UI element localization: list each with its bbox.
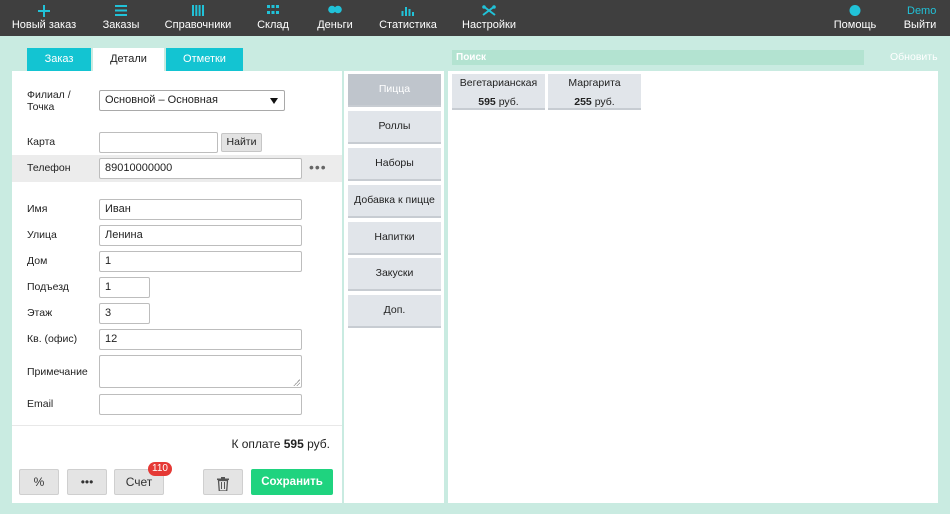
delete-button[interactable] bbox=[203, 469, 243, 495]
products-panel bbox=[448, 71, 938, 503]
product-name: Вегетарианская bbox=[459, 77, 538, 89]
nav-directories[interactable]: Справочники bbox=[164, 0, 232, 36]
entrance-label: Подъезд bbox=[27, 281, 69, 293]
name-input[interactable]: Иван bbox=[99, 199, 302, 220]
product-name: Маргарита bbox=[568, 77, 621, 89]
card-input[interactable] bbox=[99, 132, 218, 153]
category-rolls[interactable]: Роллы bbox=[348, 111, 441, 144]
list-icon bbox=[115, 5, 127, 19]
category-drinks[interactable]: Напитки bbox=[348, 222, 441, 255]
caret-down-icon bbox=[270, 98, 278, 104]
product-price-currency: руб. bbox=[594, 96, 615, 108]
nav-label: Заказы bbox=[102, 19, 140, 31]
nav-label: Помощь bbox=[833, 19, 877, 31]
tab-marks[interactable]: Отметки bbox=[166, 48, 243, 71]
email-label: Email bbox=[27, 398, 54, 410]
apartment-input[interactable]: 12 bbox=[99, 329, 302, 350]
entrance-input[interactable]: 1 bbox=[99, 277, 150, 298]
nav-label: Настройки bbox=[462, 19, 516, 31]
tools-icon bbox=[482, 5, 496, 19]
bill-badge: 110 bbox=[148, 462, 172, 476]
category-pizza-addons[interactable]: Добавка к пицце bbox=[348, 185, 441, 218]
books-icon bbox=[192, 5, 204, 19]
save-button[interactable]: Сохранить bbox=[251, 469, 333, 495]
total-amount: 595 bbox=[283, 437, 304, 451]
top-nav-bar: Новый заказ Заказы Справочники Склад Ден… bbox=[0, 0, 950, 36]
nav-statistics[interactable]: Статистика bbox=[378, 0, 438, 36]
nav-label: Деньги bbox=[317, 19, 353, 31]
branch-select-value: Основной – Основная bbox=[105, 94, 218, 106]
note-textarea[interactable] bbox=[99, 355, 302, 388]
product-price: 595 руб. bbox=[452, 96, 545, 108]
plus-icon bbox=[38, 5, 50, 20]
floor-label: Этаж bbox=[27, 307, 53, 319]
card-label: Карта bbox=[27, 136, 56, 148]
name-label: Имя bbox=[27, 203, 48, 215]
product-price: 255 руб. bbox=[548, 96, 641, 108]
nav-label: Новый заказ bbox=[11, 19, 77, 31]
category-pizza[interactable]: Пицца bbox=[348, 74, 441, 107]
coins-icon bbox=[328, 5, 342, 17]
product-price-amount: 595 bbox=[478, 96, 496, 108]
product-price-currency: руб. bbox=[498, 96, 519, 108]
category-snacks[interactable]: Закуски bbox=[348, 258, 441, 291]
nav-warehouse[interactable]: Склад bbox=[252, 0, 294, 36]
refresh-link[interactable]: Обновить bbox=[890, 51, 938, 63]
divider bbox=[12, 425, 342, 426]
search-input[interactable]: Поиск bbox=[452, 50, 864, 65]
more-actions-button[interactable]: ••• bbox=[67, 469, 107, 495]
total-label: К оплате bbox=[231, 437, 281, 451]
bar-chart-icon bbox=[401, 5, 415, 19]
category-sets[interactable]: Наборы bbox=[348, 148, 441, 181]
street-input[interactable]: Ленина bbox=[99, 225, 302, 246]
nav-label: Статистика bbox=[379, 19, 437, 31]
phone-label: Телефон bbox=[27, 162, 71, 174]
house-input[interactable]: 1 bbox=[99, 251, 302, 272]
nav-money[interactable]: Деньги bbox=[312, 0, 358, 36]
nav-label: Справочники bbox=[164, 19, 232, 31]
nav-orders[interactable]: Заказы bbox=[96, 0, 146, 36]
phone-more-button[interactable]: ••• bbox=[309, 159, 327, 175]
branch-select[interactable]: Основной – Основная bbox=[99, 90, 285, 111]
total-currency: руб. bbox=[307, 437, 330, 451]
product-card[interactable]: Вегетарианская 595 руб. bbox=[452, 74, 545, 110]
tab-details[interactable]: Детали bbox=[93, 48, 164, 71]
note-label: Примечание bbox=[27, 366, 88, 378]
nav-label: Выйти bbox=[903, 19, 937, 31]
email-input[interactable] bbox=[99, 394, 302, 415]
street-label: Улица bbox=[27, 229, 57, 241]
help-icon: ? bbox=[849, 5, 861, 16]
nav-help[interactable]: ? Помощь bbox=[830, 0, 880, 36]
trash-icon bbox=[217, 475, 229, 499]
nav-label: Склад bbox=[257, 19, 289, 31]
category-extras[interactable]: Доп. bbox=[348, 295, 441, 328]
discount-button[interactable]: % bbox=[19, 469, 59, 495]
nav-logout[interactable]: Выйти bbox=[900, 0, 940, 36]
nav-settings[interactable]: Настройки bbox=[460, 0, 518, 36]
floor-input[interactable]: 3 bbox=[99, 303, 150, 324]
resize-grip-icon[interactable] bbox=[293, 379, 300, 386]
phone-input[interactable]: 89010000000 bbox=[99, 158, 302, 179]
product-card[interactable]: Маргарита 255 руб. bbox=[548, 74, 641, 110]
product-price-amount: 255 bbox=[574, 96, 592, 108]
branch-label-line2: Точка bbox=[27, 101, 55, 113]
nav-new-order[interactable]: Новый заказ bbox=[8, 0, 80, 36]
grid-icon bbox=[267, 5, 279, 17]
find-button[interactable]: Найти bbox=[221, 133, 262, 152]
house-label: Дом bbox=[27, 255, 48, 267]
tab-order[interactable]: Заказ bbox=[27, 48, 91, 71]
total-to-pay: К оплате 595 руб. bbox=[231, 437, 330, 451]
apartment-label: Кв. (офис) bbox=[27, 333, 78, 345]
